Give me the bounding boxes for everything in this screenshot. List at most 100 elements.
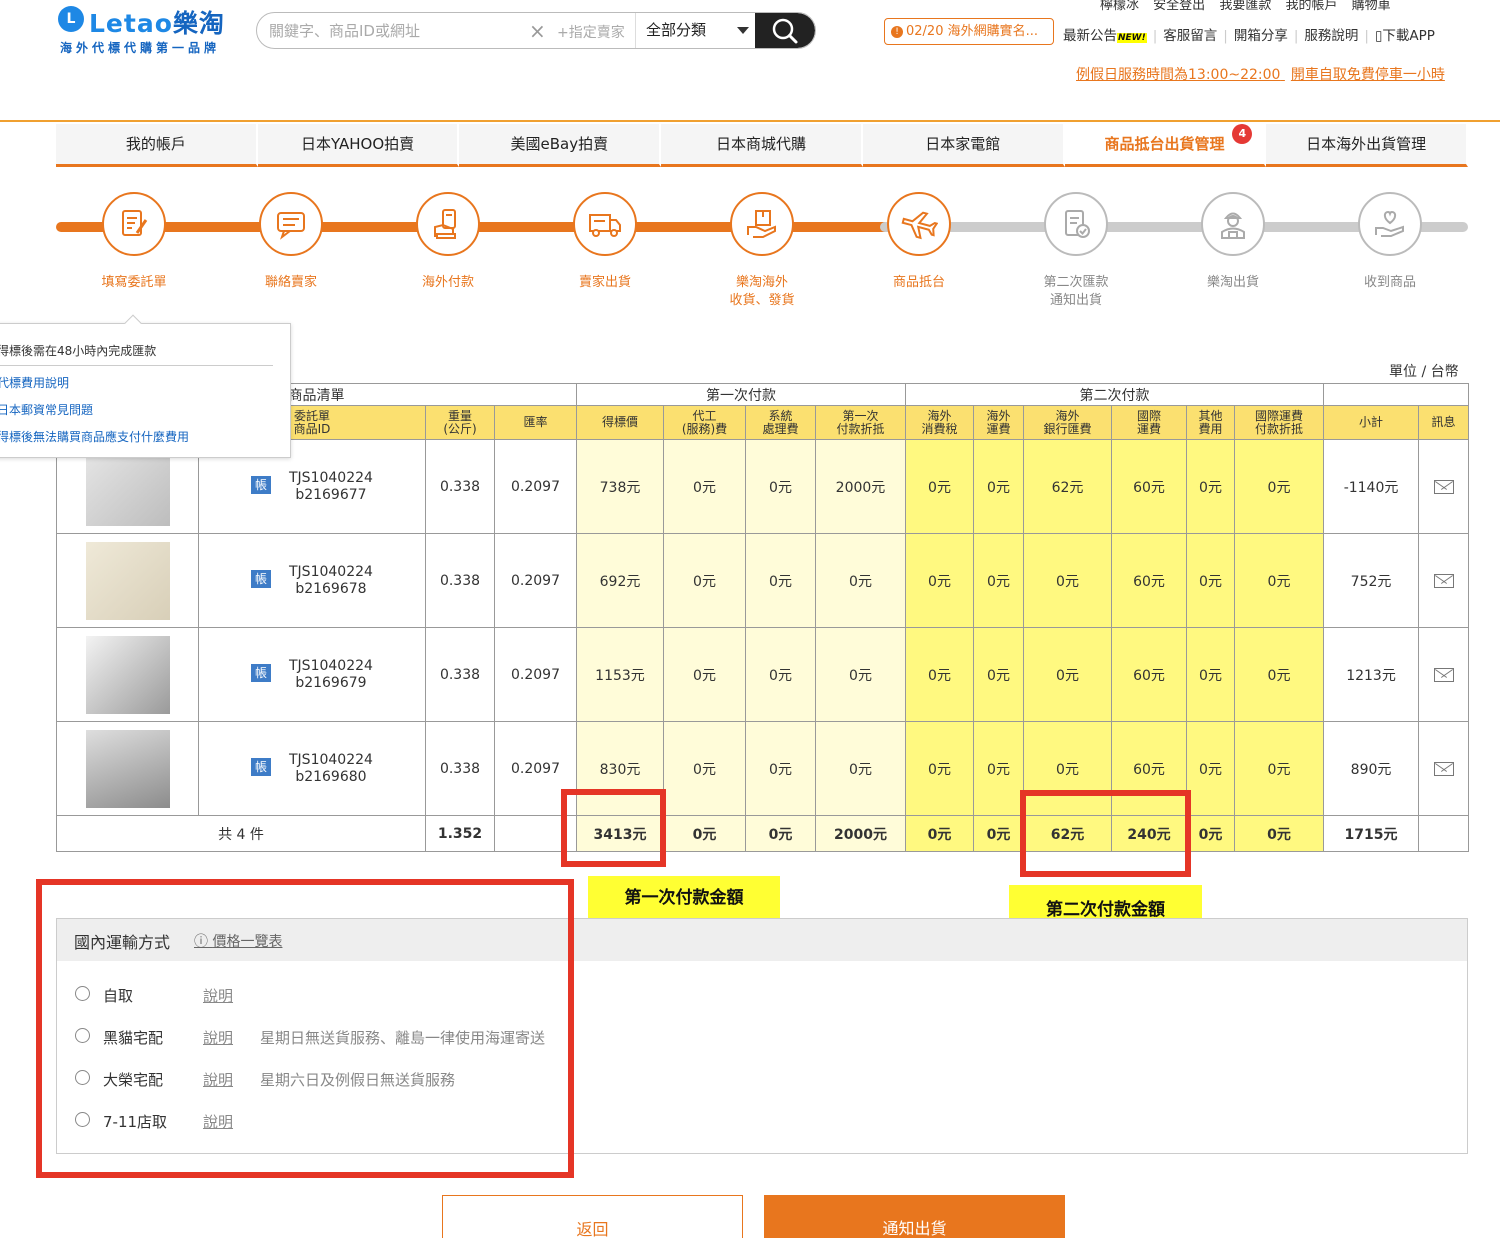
service-cell: 0元 — [663, 439, 746, 534]
top-link-account[interactable]: 我的帳戶 — [1285, 0, 1337, 13]
total-weight: 1.352 — [425, 815, 495, 852]
specify-seller-link[interactable]: +指定賣家 — [557, 22, 625, 42]
popup-link-bid-fee[interactable]: 代標費用說明 — [0, 374, 69, 391]
col-header-other-text: 其他 費用 — [1198, 408, 1223, 436]
total-deduct2: 0元 — [1233, 815, 1325, 852]
product-image[interactable] — [85, 541, 170, 620]
table-row: 帳 TJS1040224 b2169678 0.338 0.2097 692元 0元… — [56, 533, 1470, 628]
tab-divider — [0, 120, 1500, 122]
ship-os-cell: 0元 — [973, 439, 1024, 534]
service-notice-links: 例假日服務時間為13:00~22:00 開車自取免費停車一小時 — [1076, 64, 1476, 84]
product-thumb-cell — [56, 627, 199, 722]
top-link-remit[interactable]: 我要匯款 — [1219, 0, 1271, 13]
rate-cell: 0.2097 — [494, 439, 577, 534]
step-received: 收到商品 — [1330, 192, 1450, 292]
tab-yahoo-auction[interactable]: 日本YAHOO拍賣 — [257, 124, 460, 167]
logo-cn: 樂淘 — [172, 9, 225, 38]
account-badge-icon[interactable]: 帳 — [251, 476, 271, 494]
col-header-tax: 海外 消費稅 — [905, 405, 974, 440]
tab-ebay-auction[interactable]: 美國eBay拍賣 — [459, 124, 662, 167]
back-button[interactable]: 返回 — [442, 1195, 743, 1238]
system-cell: 0元 — [745, 721, 816, 816]
tax-cell: 0元 — [905, 627, 974, 722]
product-id-cell: 帳 TJS1040224 b2169679 — [198, 627, 426, 722]
tab-arrival-shipping-label: 商品抵台出貨管理 — [1104, 135, 1225, 153]
top-link-username[interactable]: 檸檬冰 — [1100, 0, 1139, 13]
total-ship-os: 0元 — [973, 815, 1024, 852]
announcement-text: 02/20 海外網購實名... — [906, 24, 1038, 39]
search-button[interactable] — [755, 13, 815, 48]
col-header-subtotal: 小計 — [1323, 405, 1420, 440]
tab-japan-mall[interactable]: 日本商城代購 — [661, 124, 863, 167]
step-label: 聯絡賣家 — [264, 275, 317, 290]
total-service: 0元 — [663, 815, 746, 852]
category-select-value: 全部分類 — [646, 21, 707, 39]
product-id[interactable]: TJS1040224 b2169680 — [289, 752, 373, 786]
col-header-ship-os-text: 海外 運費 — [986, 408, 1011, 436]
category-select[interactable]: 全部分類 — [635, 13, 755, 48]
tab-arrival-shipping[interactable]: 商品抵台出貨管理 4 — [1064, 124, 1267, 167]
step-label: 樂淘海外 收貨、發貨 — [729, 275, 795, 308]
mail-icon[interactable] — [1433, 667, 1454, 682]
nav-service-guide[interactable]: 服務說明 — [1304, 28, 1358, 44]
announcement-banner[interactable]: ! 02/20 海外網購實名... — [884, 18, 1054, 45]
col-header-ship-os: 海外 運費 — [973, 405, 1024, 440]
logo-wordmark: Letao樂淘 — [89, 4, 225, 40]
product-id[interactable]: TJS1040224 b2169679 — [289, 658, 373, 692]
message-cell — [1418, 627, 1470, 722]
deduct1-cell: 0元 — [815, 627, 906, 722]
top-link-cart[interactable]: 購物車 — [1352, 0, 1391, 13]
product-id[interactable]: TJS1040224 b2169678 — [289, 564, 373, 598]
nav-latest-news[interactable]: 最新公告 — [1063, 28, 1117, 44]
account-badge-icon[interactable]: 帳 — [251, 664, 271, 682]
product-image[interactable] — [85, 635, 170, 714]
weight-cell: 0.338 — [425, 627, 495, 722]
deduct2-cell: 0元 — [1233, 627, 1325, 722]
deduct2-cell: 0元 — [1233, 533, 1325, 628]
nav-download-app[interactable]: 下載APP — [1382, 28, 1435, 44]
col-header-intl-text: 國際 運費 — [1136, 408, 1161, 436]
site-logo[interactable]: L Letao樂淘 海外代標代購第一品牌 — [58, 4, 233, 56]
account-badge-icon[interactable]: 帳 — [251, 758, 271, 776]
product-id[interactable]: TJS1040224 b2169677 — [289, 470, 373, 504]
col-header-weight-text: 重量 (公斤) — [443, 408, 477, 436]
heart-hand-icon — [1375, 210, 1404, 237]
tab-overseas-shipping[interactable]: 日本海外出貨管理 — [1266, 124, 1469, 167]
product-image[interactable] — [85, 447, 170, 526]
other-cell: 0元 — [1186, 627, 1235, 722]
system-cell: 0元 — [745, 533, 816, 628]
search-input[interactable] — [257, 13, 525, 48]
col-header-deduct1: 第一次 付款折抵 — [815, 405, 906, 440]
ship-os-cell: 0元 — [973, 533, 1024, 628]
col-header-bankfee-text: 海外 銀行匯費 — [1043, 408, 1092, 436]
mail-icon[interactable] — [1433, 479, 1454, 494]
popup-link-cancel-fee[interactable]: 得標後無法購買商品應支付什麼費用 — [0, 428, 189, 445]
subtotal-cell: 752元 — [1323, 533, 1420, 628]
package-hand-icon — [747, 210, 776, 238]
step-circle — [573, 192, 637, 256]
step-label: 第二次匯款 通知出貨 — [1043, 275, 1109, 308]
top-account-links: 檸檬冰 安全登出 我要匯款 我的帳戶 購物車 — [1100, 0, 1500, 13]
total-tax: 0元 — [905, 815, 974, 852]
product-thumb-cell — [56, 721, 199, 816]
clear-icon[interactable]: × — [529, 19, 546, 43]
top-link-logout[interactable]: 安全登出 — [1153, 0, 1205, 13]
notify-shipping-button[interactable]: 通知出貨 — [764, 1195, 1065, 1238]
step-letao-ships: 樂淘出貨 — [1173, 192, 1293, 292]
parking-link[interactable]: 開車自取免費停車一小時 — [1291, 67, 1445, 83]
holiday-hours-link[interactable]: 例假日服務時間為13:00~22:00 — [1076, 67, 1280, 83]
product-image[interactable] — [85, 729, 170, 808]
mail-icon[interactable] — [1433, 573, 1454, 588]
mail-icon[interactable] — [1433, 761, 1454, 776]
step-letao-receive: 樂淘海外 收貨、發貨 — [702, 192, 822, 310]
popup-link-postage-faq[interactable]: 日本郵資常見問題 — [0, 401, 93, 418]
tax-cell: 0元 — [905, 439, 974, 534]
total-count: 共 4 件 — [56, 815, 426, 852]
account-badge-icon[interactable]: 帳 — [251, 570, 271, 588]
nav-unboxing[interactable]: 開箱分享 — [1234, 28, 1288, 44]
tab-japan-appliances[interactable]: 日本家電館 — [862, 124, 1065, 167]
nav-service-message[interactable]: 客服留言 — [1163, 28, 1217, 44]
other-cell: 0元 — [1186, 533, 1235, 628]
chevron-down-icon — [737, 27, 749, 34]
tab-my-account[interactable]: 我的帳戶 — [56, 124, 258, 167]
